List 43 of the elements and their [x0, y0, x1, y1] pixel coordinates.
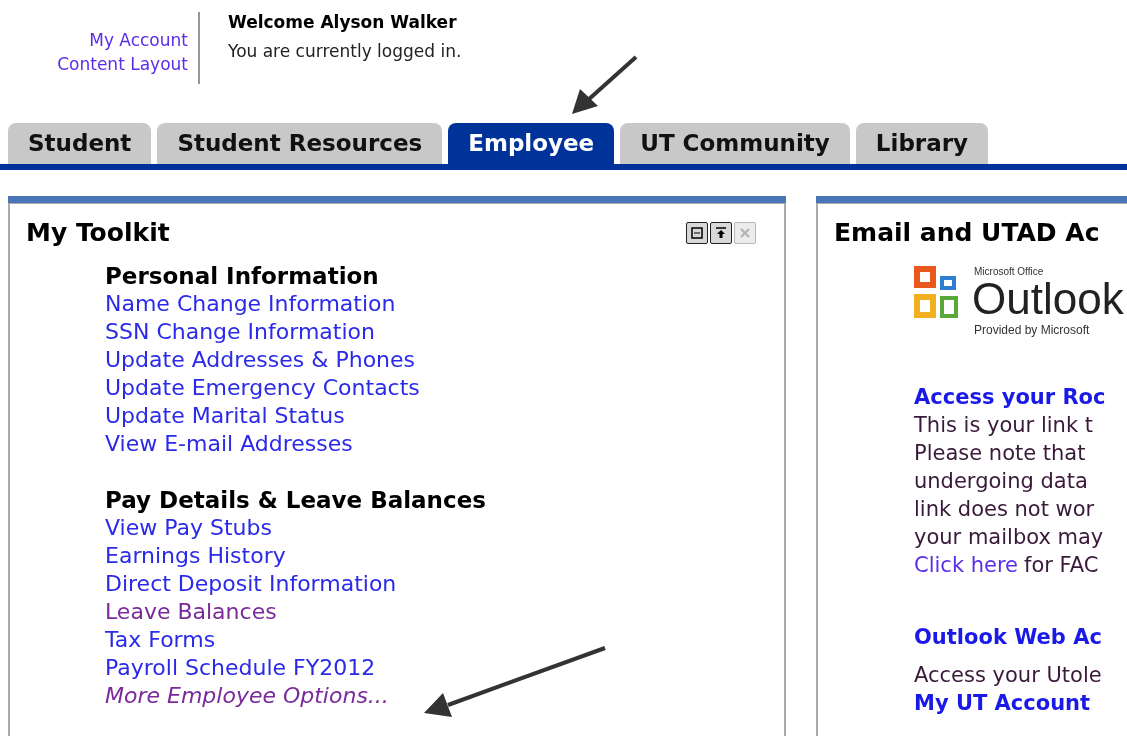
- move-top-button[interactable]: [710, 221, 732, 244]
- logo-brand: Microsoft Office: [974, 264, 1045, 279]
- toolkit-link[interactable]: Payroll Schedule FY2012: [105, 653, 376, 682]
- header-link[interactable]: Content Layout: [57, 52, 188, 76]
- body-text: for FAC: [1024, 551, 1099, 579]
- nav-tab[interactable]: Student: [8, 123, 152, 164]
- toolkit-link[interactable]: Leave Balances: [105, 597, 277, 626]
- toolkit-link[interactable]: Update Marital Status: [105, 401, 345, 430]
- panel-title: My Toolkit: [26, 217, 170, 249]
- nav-tab[interactable]: Library: [855, 123, 989, 164]
- body-text: undergoing data: [914, 467, 1089, 495]
- toolkit-link[interactable]: SSN Change Information: [105, 317, 375, 346]
- faq-link[interactable]: Click here: [914, 550, 1019, 579]
- nav-tab[interactable]: UT Community: [620, 123, 850, 164]
- section-link[interactable]: My UT Account: [914, 688, 1091, 717]
- toolkit-link[interactable]: Name Change Information: [105, 289, 396, 318]
- body-text: Please note that: [914, 439, 1087, 467]
- section-heading: Personal Information: [105, 261, 380, 290]
- body-text: link does not wor: [914, 495, 1096, 523]
- nav-tab[interactable]: Student Resources: [157, 123, 443, 164]
- body-text: Access your Utole: [914, 661, 1103, 689]
- toolkit-link[interactable]: View E-mail Addresses: [105, 429, 353, 458]
- toolkit-link[interactable]: Update Addresses & Phones: [105, 345, 416, 374]
- section-link[interactable]: Outlook Web Ac: [914, 622, 1102, 651]
- toolkit-link[interactable]: Direct Deposit Information: [105, 569, 397, 598]
- annotation-arrow: [572, 55, 638, 114]
- panel-title: Email and UTAD Ac: [834, 217, 1101, 249]
- logo-product: Outlook: [972, 278, 1124, 319]
- toolkit-link[interactable]: More Employee Options...: [105, 681, 389, 710]
- logo-note: Provided by Microsoft: [974, 321, 1091, 339]
- section-link[interactable]: Access your Roc: [914, 382, 1106, 411]
- login-status: You are currently logged in.: [228, 40, 462, 63]
- nav-tab[interactable]: Employee: [448, 123, 615, 164]
- body-text: your mailbox may: [914, 523, 1105, 551]
- welcome-text: Welcome Alyson Walker: [228, 12, 458, 32]
- toolkit-link[interactable]: View Pay Stubs: [105, 513, 272, 542]
- header-link[interactable]: My Account: [89, 28, 188, 52]
- restore-button[interactable]: [686, 221, 708, 244]
- body-text: This is your link t: [914, 411, 1094, 439]
- toolkit-link[interactable]: Earnings History: [105, 541, 286, 570]
- section-heading: Pay Details & Leave Balances: [105, 485, 487, 514]
- toolkit-link[interactable]: Tax Forms: [105, 625, 216, 654]
- toolkit-link[interactable]: Update Emergency Contacts: [105, 373, 420, 402]
